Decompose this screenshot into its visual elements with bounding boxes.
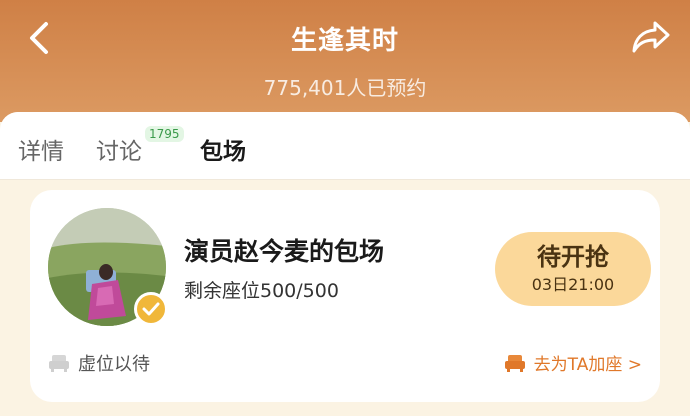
remaining-seats: 剩余座位500/500 xyxy=(184,280,339,302)
add-seat-link[interactable]: 去为TA加座 > xyxy=(504,350,642,375)
virtual-seat-info: 虚位以待 xyxy=(48,350,150,376)
verified-badge xyxy=(134,292,168,326)
status-time: 03日21:00 xyxy=(531,275,615,294)
content-sheet: 详情 讨论 1795 包场 演员赵今麦的包场 剩余座位500/500 待开抢 0… xyxy=(0,112,690,416)
sofa-icon xyxy=(504,354,525,372)
header-bar: 生逢其时 775,401人已预约 xyxy=(0,0,690,122)
add-seat-text: 去为TA加座 > xyxy=(533,355,642,375)
check-icon xyxy=(142,302,160,316)
tab-bar: 详情 讨论 1795 包场 xyxy=(0,112,690,180)
grab-seat-button[interactable]: 待开抢 03日21:00 xyxy=(495,232,651,306)
tab-discussion[interactable]: 讨论 xyxy=(96,132,142,166)
booking-card: 演员赵今麦的包场 剩余座位500/500 待开抢 03日21:00 虚位以待 去… xyxy=(30,190,660,402)
discussion-count-badge: 1795 xyxy=(145,126,184,142)
avatar-container[interactable] xyxy=(48,208,168,326)
sofa-outline-icon xyxy=(49,355,69,372)
virtual-seat-text: 虚位以待 xyxy=(78,354,150,375)
status-label: 待开抢 xyxy=(537,243,609,271)
tab-details[interactable]: 详情 xyxy=(18,132,64,166)
reservation-count: 775,401人已预约 xyxy=(263,76,427,100)
tab-group-booking[interactable]: 包场 xyxy=(200,132,246,166)
booking-title[interactable]: 演员赵今麦的包场 xyxy=(184,232,384,268)
page-title: 生逢其时 xyxy=(290,26,399,56)
share-arrow-icon xyxy=(632,21,670,53)
share-button[interactable] xyxy=(630,16,672,58)
